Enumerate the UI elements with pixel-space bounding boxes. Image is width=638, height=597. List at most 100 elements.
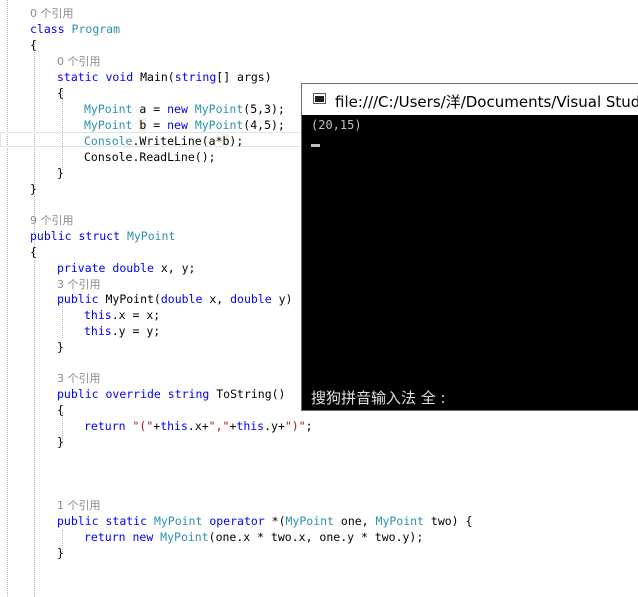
code-token: y)	[278, 292, 293, 306]
code-token: MyPoint	[285, 514, 334, 528]
console-cursor	[311, 144, 320, 147]
reference-count-lens[interactable]: 1 个引用	[57, 497, 101, 513]
code-token: public	[57, 292, 106, 306]
reference-count-text: 0 个引用	[57, 55, 101, 68]
code-token: public	[30, 229, 79, 243]
code-token: class	[30, 22, 72, 36]
code-token: Main(	[140, 70, 175, 84]
code-line: {	[30, 244, 37, 260]
code-line: public struct MyPoint	[30, 228, 175, 244]
code-line: }	[57, 165, 64, 181]
code-token: new	[132, 530, 161, 544]
indent-guide	[7, 0, 8, 597]
code-token: this	[236, 419, 265, 433]
code-line: return "("+this.x+","+this.y+")";	[84, 418, 313, 434]
code-line: private double x, y;	[57, 260, 195, 276]
code-token: Console	[84, 150, 133, 164]
code-line: }	[57, 545, 64, 561]
code-token: {	[30, 38, 37, 52]
code-token: MyPoint	[153, 514, 210, 528]
code-token: MyPoint	[194, 102, 244, 116]
code-line: }	[57, 339, 64, 355]
code-line: public override string ToString()	[57, 386, 286, 402]
code-token: this	[84, 324, 112, 338]
code-token: a =	[132, 102, 168, 116]
code-token: override	[105, 387, 168, 401]
code-token: .ReadLine();	[132, 150, 216, 164]
code-token: ","	[208, 419, 230, 433]
code-line: {	[57, 85, 64, 101]
code-token: MyPoint	[126, 229, 176, 243]
code-line: {	[57, 402, 64, 418]
code-token: }	[57, 435, 64, 449]
code-token: struct	[78, 229, 127, 243]
code-line: this.x = x;	[84, 307, 160, 323]
code-token: }	[57, 546, 64, 560]
code-token: .WriteLine(a*	[132, 134, 223, 148]
code-token: double	[112, 261, 161, 275]
code-token: MyPoint	[84, 118, 133, 132]
reference-count-text: 9 个引用	[30, 214, 74, 227]
reference-count-lens[interactable]: 3 个引用	[57, 276, 101, 292]
code-line: MyPoint a = new MyPoint(5,3);	[84, 101, 285, 117]
code-token: {	[30, 245, 37, 259]
code-token: string	[167, 387, 217, 401]
code-token: one,	[333, 514, 376, 528]
reference-count-lens[interactable]: 3 个引用	[57, 370, 101, 386]
code-token: ;	[305, 419, 313, 433]
code-token: void	[105, 70, 141, 84]
code-token: ")"	[284, 419, 306, 433]
code-line: return new MyPoint(one.x * two.x, one.y …	[84, 529, 423, 545]
code-token: this	[160, 419, 188, 433]
code-token: this	[84, 308, 112, 322]
code-token: .y+	[264, 419, 285, 433]
code-line: MyPoint b = new MyPoint(4,5);	[84, 117, 285, 133]
code-token: x, y;	[160, 261, 196, 275]
code-line: this.y = y;	[84, 323, 160, 339]
code-token: .x = x;	[111, 308, 161, 322]
reference-count-lens[interactable]: 9 个引用	[30, 212, 74, 228]
code-token: MyPoint	[84, 102, 133, 116]
code-token: static	[105, 514, 154, 528]
code-token: {	[57, 403, 64, 417]
reference-count-text: 1 个引用	[57, 499, 101, 512]
code-token: {	[57, 86, 64, 100]
code-token: *(	[271, 514, 286, 528]
code-token: new	[167, 118, 195, 132]
code-token: ToString()	[216, 387, 286, 401]
code-token: return	[84, 419, 133, 433]
code-token: two) {	[423, 514, 473, 528]
code-token: double	[230, 292, 279, 306]
console-window[interactable]: file:///C:/Users/洋/Documents/Visual Stud…	[301, 83, 638, 411]
reference-count-text: 0 个引用	[30, 7, 74, 20]
code-token: operator	[209, 514, 272, 528]
code-token: new	[167, 102, 195, 116]
console-app-icon[interactable]	[313, 93, 326, 104]
code-token: return	[84, 530, 133, 544]
code-line: public static MyPoint operator *(MyPoint…	[57, 513, 472, 529]
code-token: (4,5);	[243, 118, 285, 132]
code-token: private	[57, 261, 113, 275]
code-token: .x+	[187, 419, 209, 433]
code-token: .y = y;	[111, 324, 161, 338]
code-token: Program	[71, 22, 121, 36]
console-title-bar[interactable]: file:///C:/Users/洋/Documents/Visual Stud…	[302, 84, 638, 115]
reference-count-text: 3 个引用	[57, 278, 101, 291]
code-token: "("	[132, 419, 154, 433]
code-token: string	[174, 70, 217, 84]
code-token: }	[57, 166, 64, 180]
code-line: static void Main(string[] args)	[57, 69, 272, 85]
reference-count-text: 3 个引用	[57, 372, 101, 385]
code-token: MyPoint	[375, 514, 424, 528]
indent-guide	[62, 90, 63, 170]
code-line: Console.ReadLine();	[84, 149, 216, 165]
code-token: MyPoint(	[105, 292, 161, 306]
code-line: }	[57, 434, 64, 450]
ime-status-bar: 搜狗拼音输入法 全 :	[311, 389, 446, 407]
console-output-text: (20,15)	[311, 118, 362, 132]
code-token: =	[146, 118, 168, 132]
code-token: x,	[209, 292, 231, 306]
reference-count-lens[interactable]: 0 个引用	[30, 5, 74, 21]
reference-count-lens[interactable]: 0 个引用	[57, 53, 101, 69]
code-token: (5,3);	[243, 102, 285, 116]
